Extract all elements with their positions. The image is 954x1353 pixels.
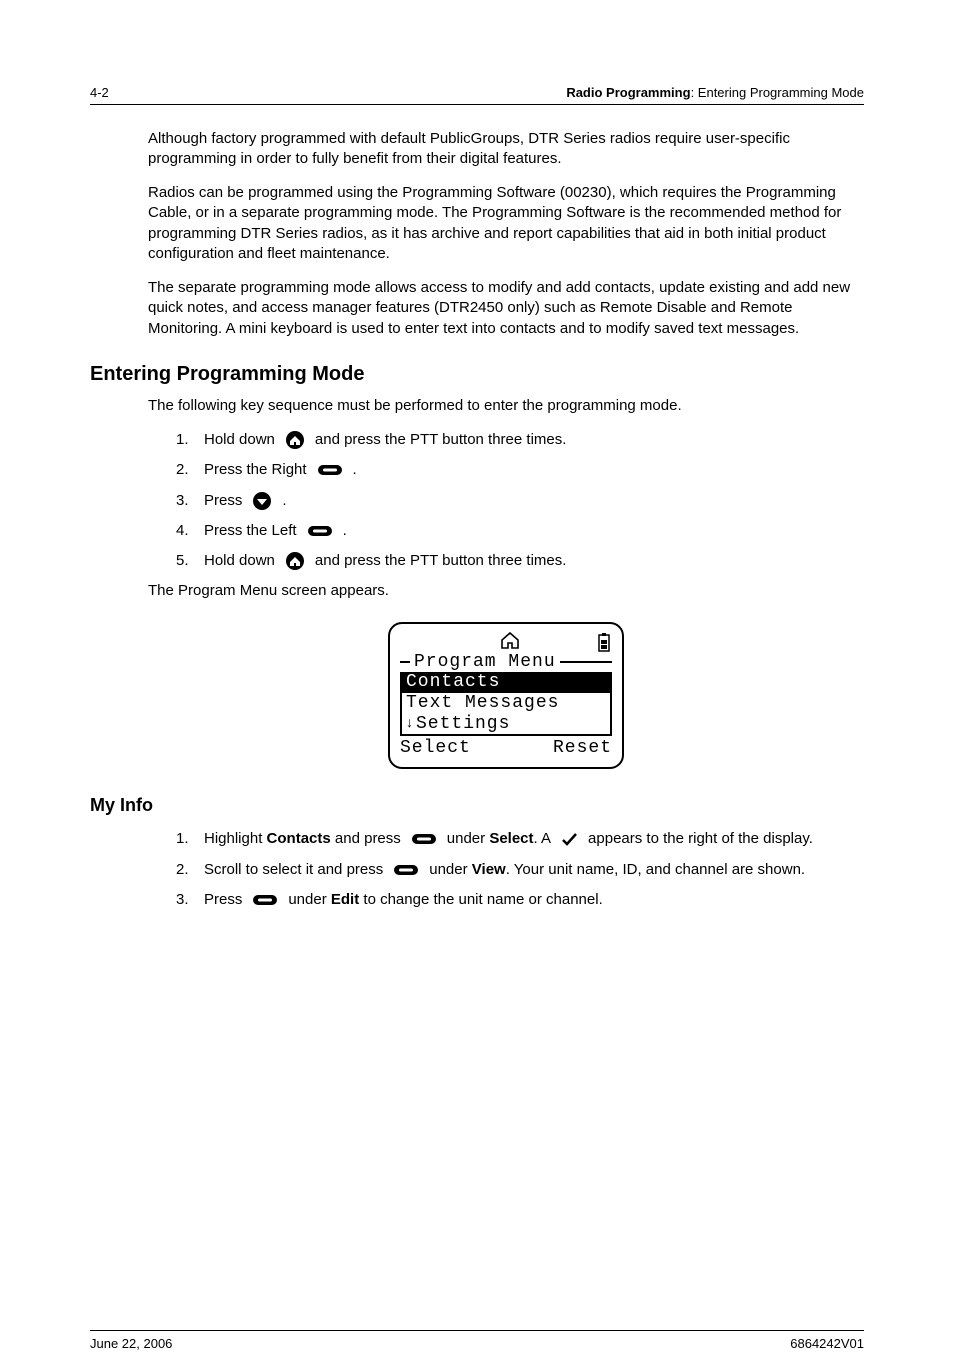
page-header: 4-2 Radio Programming: Entering Programm… bbox=[90, 84, 864, 105]
softkey-reset[interactable]: Reset bbox=[553, 738, 612, 759]
softkey-icon bbox=[307, 523, 333, 539]
my-info-steps: 1. Highlight Contacts and press under Se… bbox=[176, 829, 864, 910]
softkey-icon bbox=[317, 462, 343, 478]
heading-entering-programming-mode: Entering Programming Mode bbox=[90, 361, 864, 388]
intro-para-1: Although factory programmed with default… bbox=[148, 129, 864, 170]
intro-para-2: Radios can be programmed using the Progr… bbox=[148, 183, 864, 264]
list-item: 2. Scroll to select it and press under V… bbox=[176, 860, 864, 880]
intro-para-3: The separate programming mode allows acc… bbox=[148, 278, 864, 339]
program-menu-appears: The Program Menu screen appears. bbox=[148, 581, 864, 601]
menu-title: Program Menu bbox=[410, 652, 560, 673]
entering-mode-steps: 1. Hold down and press the PTT button th… bbox=[176, 430, 864, 571]
list-item: 5. Hold down and press the PTT button th… bbox=[176, 551, 864, 571]
home-icon bbox=[285, 430, 305, 450]
status-home-icon bbox=[498, 630, 522, 652]
header-breadcrumb: Radio Programming: Entering Programming … bbox=[566, 84, 864, 102]
softkey-icon bbox=[393, 862, 419, 878]
battery-icon bbox=[598, 632, 610, 652]
scroll-down-icon: ↓ bbox=[406, 714, 416, 730]
footer-docnum: 6864242V01 bbox=[790, 1335, 864, 1353]
menu-item-text-messages[interactable]: Text Messages bbox=[402, 693, 610, 714]
page-number: 4-2 bbox=[90, 84, 109, 102]
list-item: 1. Hold down and press the PTT button th… bbox=[176, 430, 864, 450]
list-item: 3. Press . bbox=[176, 491, 864, 511]
page-footer: June 22, 2006 6864242V01 bbox=[90, 1330, 864, 1353]
softkey-icon bbox=[411, 831, 437, 847]
list-item: 3. Press under Edit to change the unit n… bbox=[176, 890, 864, 910]
section-1-lead: The following key sequence must be perfo… bbox=[148, 396, 864, 416]
list-item: 2. Press the Right . bbox=[176, 460, 864, 480]
footer-date: June 22, 2006 bbox=[90, 1335, 172, 1353]
menu-item-contacts[interactable]: Contacts bbox=[402, 672, 610, 693]
down-nav-icon bbox=[252, 491, 272, 511]
list-item: 1. Highlight Contacts and press under Se… bbox=[176, 829, 864, 849]
home-icon bbox=[285, 551, 305, 571]
softkey-select[interactable]: Select bbox=[400, 738, 471, 759]
list-item: 4. Press the Left . bbox=[176, 521, 864, 541]
phone-screen: Program Menu Contacts Text Messages ↓Set… bbox=[388, 622, 624, 769]
heading-my-info: My Info bbox=[90, 793, 864, 817]
check-icon bbox=[561, 832, 578, 846]
menu-item-settings[interactable]: ↓Settings bbox=[402, 714, 610, 735]
softkey-icon bbox=[252, 892, 278, 908]
